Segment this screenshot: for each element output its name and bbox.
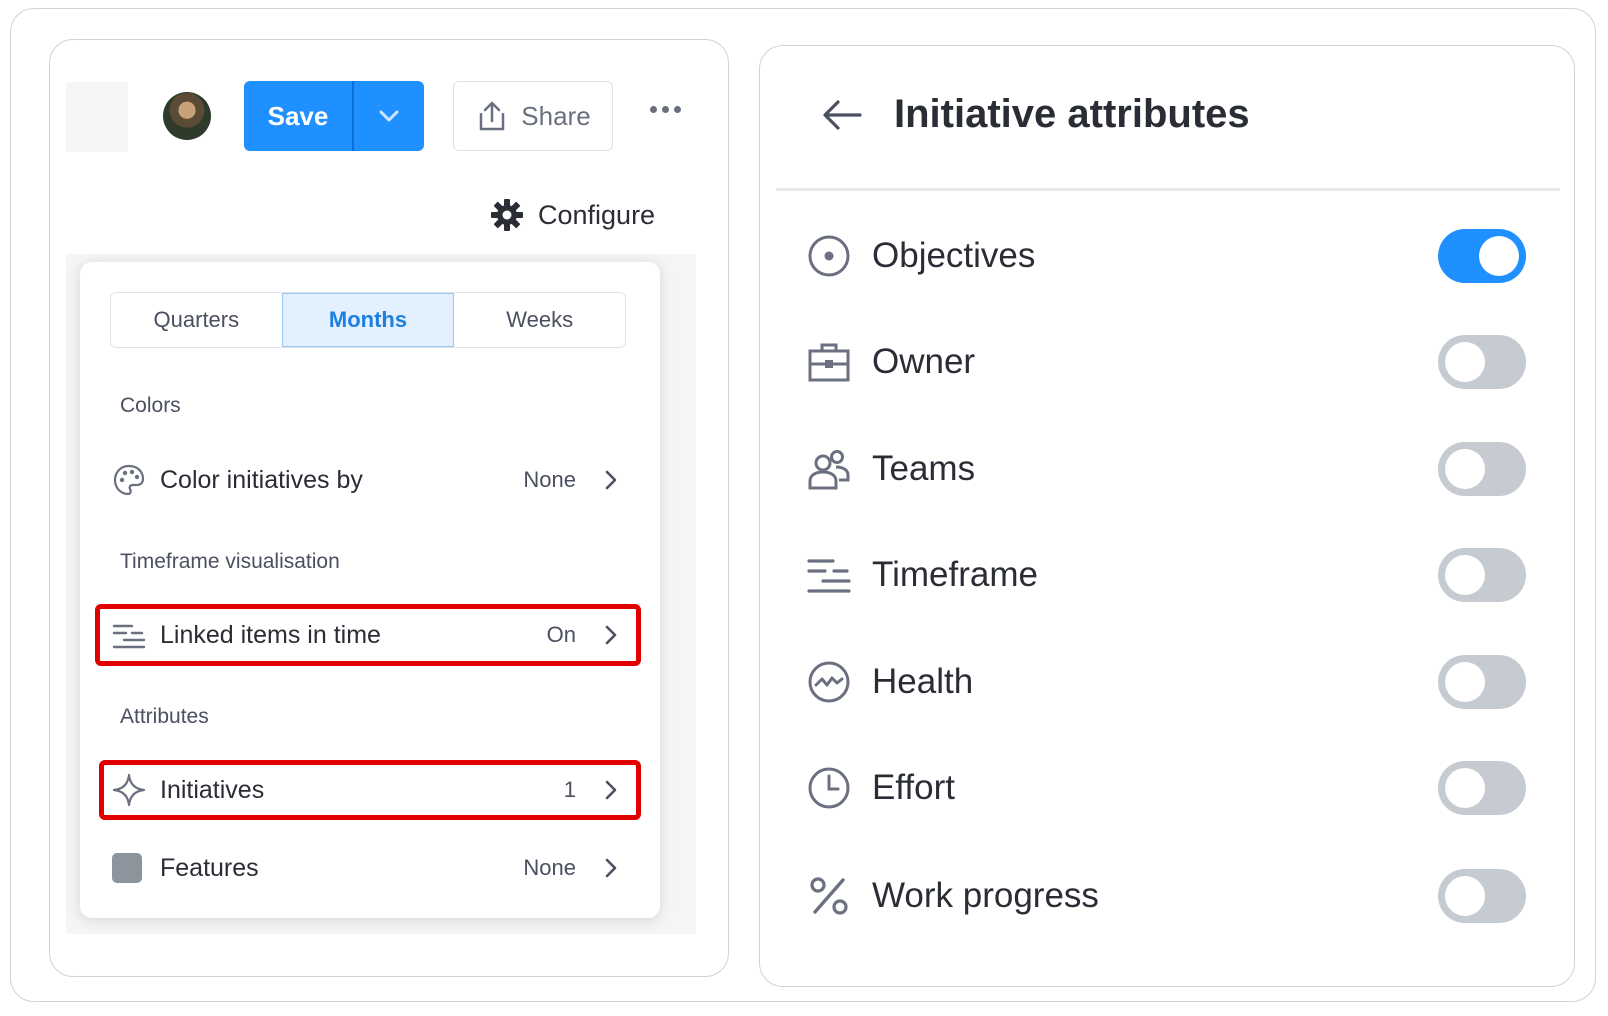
back-arrow-icon[interactable] — [820, 98, 864, 132]
work-progress-toggle[interactable] — [1438, 869, 1526, 923]
share-label: Share — [521, 100, 591, 131]
attribute-row-work-progress: Work progress — [806, 866, 1526, 926]
features-color-swatch — [112, 853, 142, 883]
teams-icon — [808, 450, 850, 490]
attribute-label: Health — [872, 662, 974, 701]
gear-icon — [491, 199, 523, 231]
chevron-right-icon — [605, 470, 617, 490]
save-button-group: Save — [244, 81, 424, 151]
timeframe-toggle[interactable] — [1438, 548, 1526, 602]
features-value: None — [523, 855, 576, 880]
percent-icon — [810, 877, 848, 915]
configure-button[interactable]: Configure — [490, 198, 655, 232]
attribute-row-teams: Teams — [806, 439, 1526, 499]
share-button[interactable]: Share — [453, 81, 613, 151]
save-button[interactable]: Save — [244, 81, 354, 151]
timeframe-icon — [807, 559, 851, 593]
save-dropdown-button[interactable] — [354, 81, 424, 151]
chevron-right-icon — [605, 858, 617, 878]
avatar[interactable] — [163, 92, 211, 140]
attribute-label: Timeframe — [872, 555, 1038, 594]
initiative-attributes-panel: Initiative attributes Objectives Owner T… — [759, 45, 1575, 987]
panel-header: Initiative attributes — [820, 92, 1250, 137]
attribute-label: Effort — [872, 768, 956, 807]
attribute-row-effort: Effort — [806, 758, 1526, 818]
highlight-initiatives — [99, 760, 641, 820]
color-initiatives-row[interactable]: Color initiatives by None — [110, 452, 630, 508]
tab-weeks[interactable]: Weeks — [454, 293, 625, 347]
section-label-attributes: Attributes — [120, 705, 209, 728]
objectives-toggle[interactable] — [1438, 229, 1526, 283]
roadmap-settings-panel: Save Share Configure Quarters Months Wee… — [49, 39, 729, 977]
section-label-timeframe: Timeframe visualisation — [120, 550, 340, 573]
briefcase-icon — [808, 343, 850, 382]
screenshot-frame: Save Share Configure Quarters Months Wee… — [10, 8, 1596, 1002]
target-icon — [808, 235, 850, 277]
owner-toggle[interactable] — [1438, 335, 1526, 389]
attribute-label: Work progress — [872, 876, 1099, 915]
attribute-row-owner: Owner — [806, 332, 1526, 392]
attribute-row-objectives: Objectives — [806, 226, 1526, 286]
features-label: Features — [160, 853, 259, 882]
configure-label: Configure — [538, 199, 656, 230]
more-options-icon[interactable] — [650, 106, 681, 113]
teams-toggle[interactable] — [1438, 442, 1526, 496]
highlight-linked-items — [95, 604, 641, 666]
attribute-label: Owner — [872, 342, 976, 381]
header-divider — [776, 188, 1560, 191]
health-icon — [808, 661, 850, 703]
placeholder-block — [66, 82, 128, 152]
effort-toggle[interactable] — [1438, 761, 1526, 815]
share-icon — [480, 101, 505, 131]
color-initiatives-label: Color initiatives by — [160, 465, 363, 494]
tab-quarters[interactable]: Quarters — [111, 293, 282, 347]
attribute-row-health: Health — [806, 652, 1526, 712]
attribute-row-timeframe: Timeframe — [806, 545, 1526, 605]
attribute-label: Objectives — [872, 236, 1036, 275]
chevron-down-icon — [379, 110, 399, 122]
health-toggle[interactable] — [1438, 655, 1526, 709]
clock-icon — [808, 767, 850, 809]
palette-icon — [113, 464, 145, 496]
section-label-colors: Colors — [120, 394, 181, 417]
tab-months[interactable]: Months — [281, 293, 455, 347]
features-row[interactable]: Features None — [110, 840, 630, 896]
panel-title: Initiative attributes — [894, 92, 1250, 136]
attribute-label: Teams — [872, 449, 976, 488]
color-initiatives-value: None — [523, 467, 576, 492]
timescale-tabs: Quarters Months Weeks — [110, 292, 626, 348]
